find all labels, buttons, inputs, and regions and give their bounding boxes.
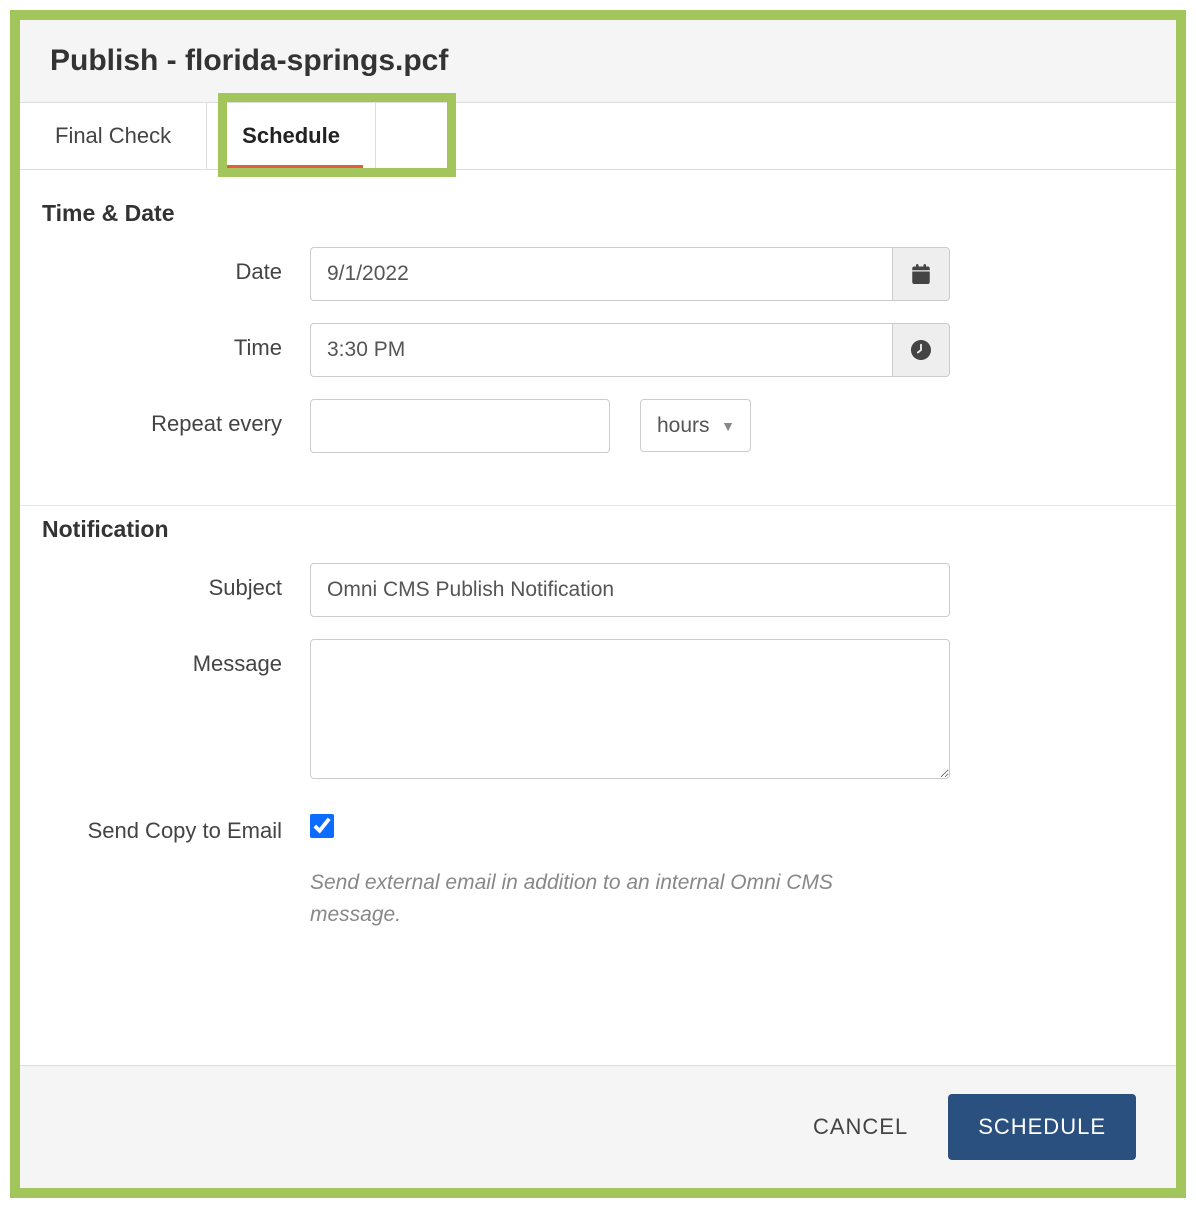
date-input[interactable] bbox=[310, 247, 892, 301]
send-copy-checkbox[interactable] bbox=[310, 814, 334, 838]
label-message: Message bbox=[40, 639, 310, 677]
section-title-time-date: Time & Date bbox=[40, 200, 1156, 227]
row-date: Date bbox=[40, 247, 1156, 301]
row-repeat: Repeat every hours ▼ bbox=[40, 399, 1156, 453]
date-picker-button[interactable] bbox=[892, 247, 950, 301]
time-input[interactable] bbox=[310, 323, 892, 377]
subject-input[interactable] bbox=[310, 563, 950, 617]
clock-icon bbox=[911, 340, 931, 360]
dialog-title: Publish - florida-springs.pcf bbox=[50, 44, 1146, 78]
section-time-date: Time & Date Date Time bbox=[20, 190, 1176, 506]
section-title-notification: Notification bbox=[40, 516, 1156, 543]
message-textarea[interactable] bbox=[310, 639, 950, 779]
label-date: Date bbox=[40, 247, 310, 285]
tab-schedule[interactable]: Schedule bbox=[207, 103, 376, 169]
label-send-copy: Send Copy to Email bbox=[40, 806, 310, 844]
tab-final-check[interactable]: Final Check bbox=[20, 103, 207, 169]
dialog-content: Time & Date Date Time bbox=[20, 170, 1176, 982]
row-subject: Subject bbox=[40, 563, 1156, 617]
repeat-value-input[interactable] bbox=[310, 399, 610, 453]
section-notification: Notification Subject Message Send Copy t… bbox=[20, 506, 1176, 982]
dialog-header: Publish - florida-springs.pcf bbox=[20, 20, 1176, 103]
cancel-button[interactable]: CANCEL bbox=[803, 1098, 918, 1156]
row-message: Message bbox=[40, 639, 1156, 784]
row-send-copy: Send Copy to Email Send external email i… bbox=[40, 806, 1156, 930]
repeat-unit-select[interactable]: hours bbox=[640, 399, 751, 452]
label-repeat: Repeat every bbox=[40, 399, 310, 437]
schedule-button[interactable]: SCHEDULE bbox=[948, 1094, 1136, 1160]
row-time: Time bbox=[40, 323, 1156, 377]
send-copy-help-text: Send external email in addition to an in… bbox=[310, 867, 910, 930]
calendar-icon bbox=[911, 264, 931, 284]
publish-dialog: Publish - florida-springs.pcf Final Chec… bbox=[10, 10, 1186, 1198]
time-picker-button[interactable] bbox=[892, 323, 950, 377]
dialog-footer: CANCEL SCHEDULE bbox=[20, 1065, 1176, 1188]
label-subject: Subject bbox=[40, 563, 310, 601]
tab-bar: Final Check Schedule bbox=[20, 103, 1176, 170]
label-time: Time bbox=[40, 323, 310, 361]
